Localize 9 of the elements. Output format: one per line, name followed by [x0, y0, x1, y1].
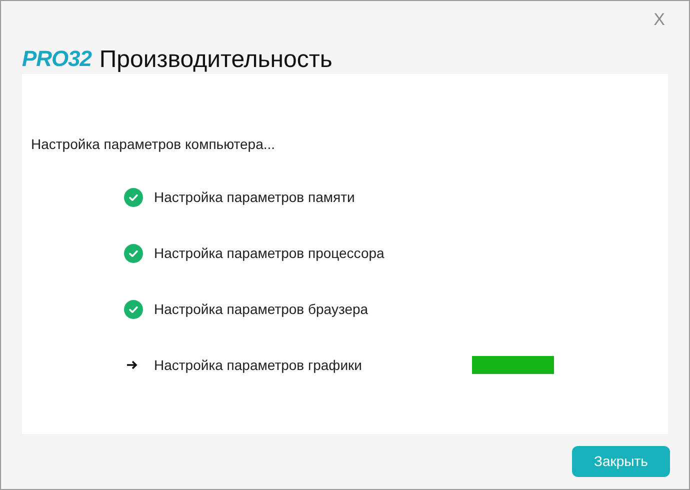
window-title: Производительность	[99, 48, 332, 72]
logo: PRO32	[22, 48, 92, 70]
step-label: Настройка параметров браузера	[154, 300, 370, 319]
step-label: Настройка параметров процессора	[154, 244, 386, 263]
step-label: Настройка параметров памяти	[154, 188, 356, 207]
status-message: Настройка параметров компьютера...	[30, 135, 276, 154]
close-button[interactable]: X	[650, 7, 669, 32]
step-label: Настройка параметров графики	[154, 356, 363, 375]
close-dialog-button[interactable]: Закрыть	[572, 446, 670, 477]
